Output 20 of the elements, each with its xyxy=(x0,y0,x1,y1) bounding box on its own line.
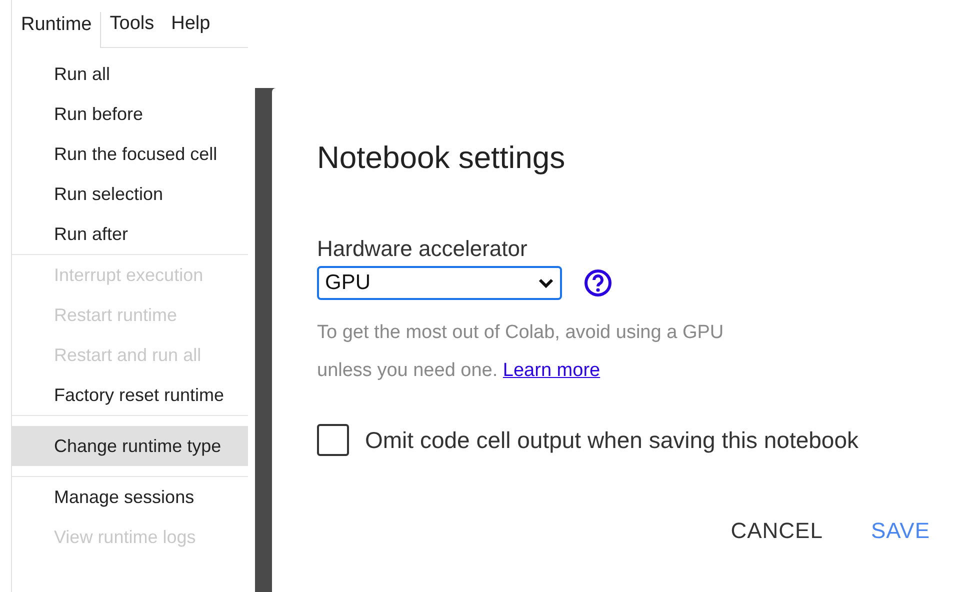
field-label: Hardware accelerator xyxy=(317,236,528,262)
save-button[interactable]: SAVE xyxy=(856,512,944,550)
menu-item[interactable]: Run the focused cell xyxy=(12,134,248,174)
menu-item[interactable]: Factory reset runtime xyxy=(12,375,248,415)
menu-item[interactable]: Run before xyxy=(12,94,248,134)
menu-item[interactable]: Manage sessions xyxy=(12,477,248,517)
help-icon[interactable] xyxy=(584,269,612,297)
learn-more-link[interactable]: Learn more xyxy=(502,360,600,381)
checkbox-label: Omit code cell output when saving this notebook xyxy=(365,426,859,454)
menu-item[interactable]: Change runtime type xyxy=(12,426,248,466)
menu-item[interactable]: Run selection xyxy=(12,174,248,214)
accelerator-select[interactable]: GPU xyxy=(317,266,562,300)
hint-text: To get the most out of Colab, avoid using a GPU unless you need one. Learn more xyxy=(317,321,725,383)
checkbox[interactable] xyxy=(317,424,349,456)
cancel-button[interactable]: CANCEL xyxy=(716,512,837,550)
menu-bar-item[interactable]: Runtime xyxy=(12,12,101,48)
dialog-title: Notebook settings xyxy=(317,140,566,176)
menu-item[interactable]: Run all xyxy=(12,54,248,94)
menu-item[interactable]: Run after xyxy=(12,214,248,254)
chevron-down-icon xyxy=(538,278,554,288)
